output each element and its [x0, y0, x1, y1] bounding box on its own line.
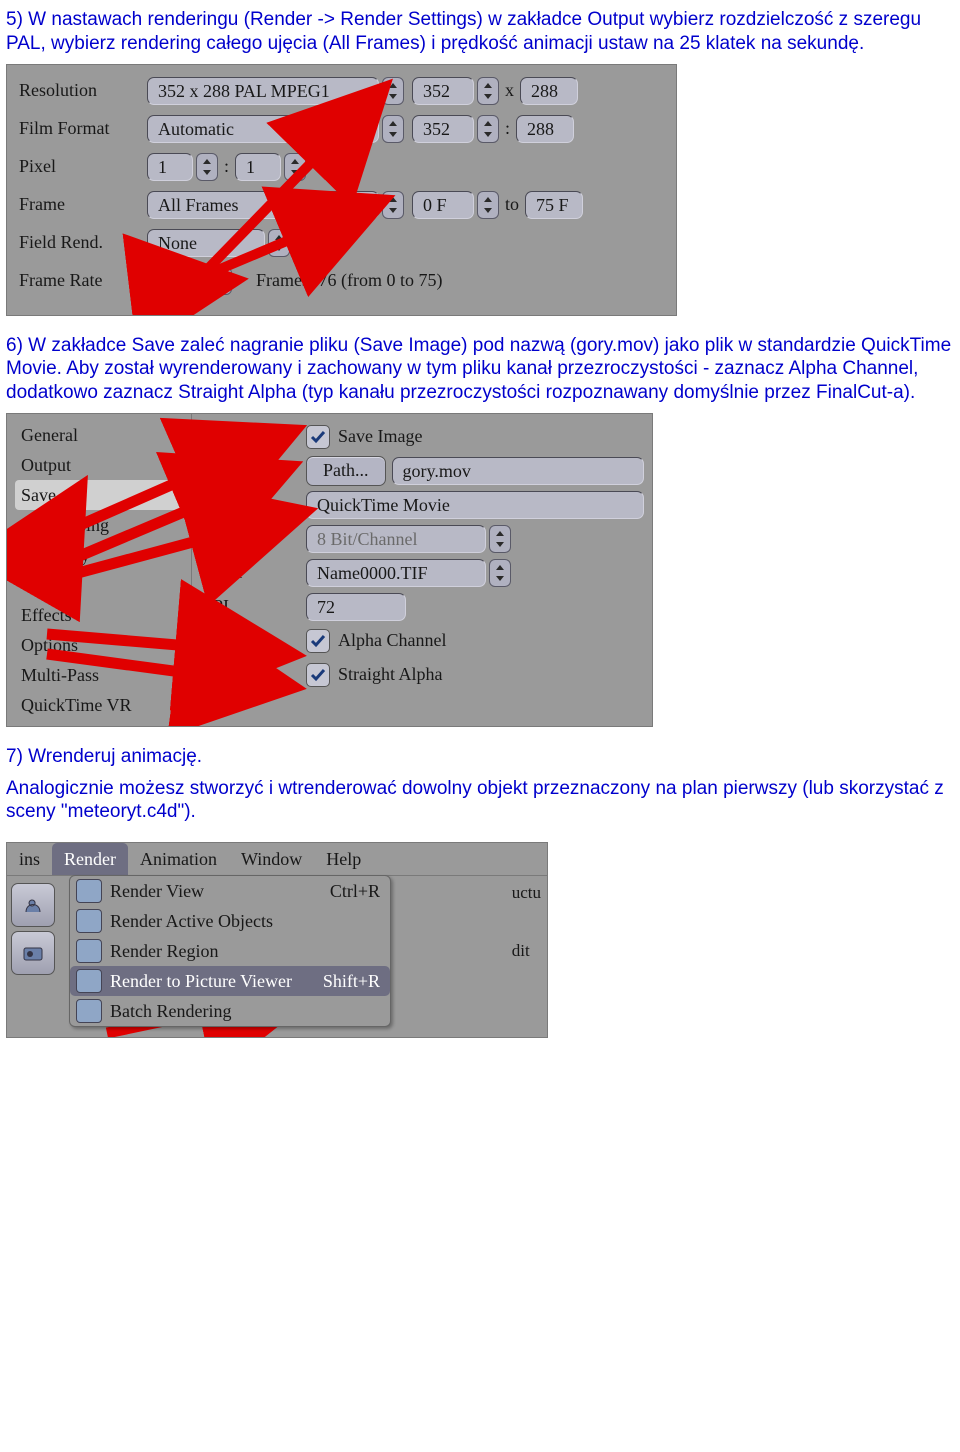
frame-mode-dropdown[interactable]: All Frames — [147, 191, 379, 219]
framerate-stepper[interactable] — [210, 267, 232, 295]
menu-item-label: Render Active Objects — [110, 911, 380, 932]
framerate-info: Frames: 76 (from 0 to 75) — [256, 270, 442, 291]
settings-category-item[interactable]: Options — [15, 630, 187, 660]
filmformat-dropdown[interactable]: Automatic — [147, 115, 379, 143]
settings-category-item[interactable]: Caustics — [15, 570, 187, 600]
settings-category-item[interactable]: Effects — [15, 600, 187, 630]
paragraph-7a: 7) Wrenderuj animację. — [6, 745, 954, 769]
resolution-label: Resolution — [19, 80, 147, 101]
pixel-b-stepper[interactable] — [284, 153, 306, 181]
render-menu-panel: insRenderAnimationWindowHelp Render View… — [6, 842, 548, 1038]
fieldrend-label: Field Rend. — [19, 232, 147, 253]
save-settings-panel: GeneralOutputSaveAntialiasingRadiosityCa… — [6, 413, 653, 727]
pixel-label: Pixel — [19, 156, 147, 177]
settings-category-item[interactable]: General — [15, 420, 187, 450]
path-button[interactable]: Path... — [306, 456, 386, 486]
frame-mode-stepper[interactable] — [382, 191, 404, 219]
filmformat-height-field[interactable]: 288 — [516, 115, 574, 143]
resolution-x-separator: x — [499, 80, 520, 101]
menubar-item[interactable]: Window — [229, 843, 314, 875]
alpha-channel-label: Alpha Channel — [338, 630, 446, 651]
framerate-field[interactable]: 25 — [147, 267, 207, 295]
path-field[interactable]: gory.mov — [392, 457, 644, 485]
settings-category-item[interactable]: Save — [15, 480, 187, 510]
render-menu-dropdown: Render ViewCtrl+R Render Active Objects Re… — [69, 875, 391, 1027]
fieldrend-dropdown[interactable]: None — [147, 229, 265, 257]
menu-item[interactable]: Render to Picture ViewerShift+R — [70, 966, 390, 996]
paragraph-5: 5) W nastawach renderingu (Render -> Ren… — [6, 8, 954, 56]
resolution-width-field[interactable]: 352 — [412, 77, 474, 105]
background-fragment: uctu dit — [512, 883, 541, 969]
menu-item-label: Render Region — [110, 941, 380, 962]
frame-label: Frame — [19, 194, 147, 215]
settings-category-item[interactable]: Multi-Pass — [15, 660, 187, 690]
menu-item-icon — [76, 939, 102, 963]
menu-item-shortcut: Ctrl+R — [330, 881, 380, 902]
menubar-item[interactable]: Help — [314, 843, 373, 875]
filmformat-label: Film Format — [19, 118, 147, 139]
tool-icon-2[interactable] — [11, 931, 55, 975]
framerate-label: Frame Rate — [19, 270, 147, 291]
resolution-width-stepper[interactable] — [477, 77, 499, 105]
menubar-item[interactable]: Render — [52, 843, 128, 875]
filmformat-sep: : — [499, 118, 516, 139]
depth-dropdown: 8 Bit/Channel — [306, 525, 486, 553]
pixel-sep: : — [218, 156, 235, 177]
resolution-preset-stepper[interactable] — [382, 77, 404, 105]
menu-item-icon — [76, 879, 102, 903]
menu-item-label: Batch Rendering — [110, 1001, 380, 1022]
pixel-b-field[interactable]: 1 — [235, 153, 281, 181]
name-stepper[interactable] — [489, 559, 511, 587]
save-image-checkbox[interactable] — [306, 425, 330, 449]
output-settings-panel: Resolution 352 x 288 PAL MPEG1 352 x 288… — [6, 64, 677, 316]
filmformat-width-field[interactable]: 352 — [412, 115, 474, 143]
fieldrend-stepper[interactable] — [268, 229, 290, 257]
resolution-preset-dropdown[interactable]: 352 x 288 PAL MPEG1 — [147, 77, 379, 105]
menu-item-label: Render to Picture Viewer — [110, 971, 323, 992]
paragraph-7b: Analogicznie możesz stworzyć i wtrendero… — [6, 777, 954, 825]
menu-item[interactable]: Render Region — [70, 936, 390, 966]
dpi-field[interactable]: 72 — [306, 593, 406, 621]
paragraph-6: 6) W zakładce Save zaleć nagranie pliku … — [6, 334, 954, 405]
menu-item[interactable]: Render Active Objects — [70, 906, 390, 936]
filmformat-width-stepper[interactable] — [477, 115, 499, 143]
pixel-a-stepper[interactable] — [196, 153, 218, 181]
filmformat-stepper[interactable] — [382, 115, 404, 143]
straight-alpha-label: Straight Alpha — [338, 664, 443, 685]
save-image-label: Save Image — [338, 426, 422, 447]
menu-item-shortcut: Shift+R — [323, 971, 380, 992]
settings-category-item[interactable]: QuickTime VR — [15, 690, 187, 720]
name-dropdown[interactable]: Name0000.TIF — [306, 559, 486, 587]
settings-category-list: GeneralOutputSaveAntialiasingRadiosityCa… — [7, 414, 191, 726]
tool-icon-1[interactable] — [11, 883, 55, 927]
format-dropdown[interactable]: QuickTime Movie — [306, 491, 644, 519]
alpha-channel-checkbox[interactable] — [306, 629, 330, 653]
menubar: insRenderAnimationWindowHelp — [7, 843, 547, 876]
frame-to-field[interactable]: 75 F — [525, 191, 583, 219]
menu-item-icon — [76, 999, 102, 1023]
straight-alpha-checkbox[interactable] — [306, 663, 330, 687]
menu-item[interactable]: Render ViewCtrl+R — [70, 876, 390, 906]
depth-label: Depth — [200, 528, 306, 549]
dpi-label: DPI — [200, 596, 306, 617]
settings-category-item[interactable]: Output — [15, 450, 187, 480]
menubar-item[interactable]: ins — [7, 843, 52, 875]
resolution-height-field[interactable]: 288 — [520, 77, 578, 105]
menubar-item[interactable]: Animation — [128, 843, 229, 875]
frame-from-stepper[interactable] — [477, 191, 499, 219]
frame-from-field[interactable]: 0 F — [412, 191, 474, 219]
settings-category-item[interactable]: Antialiasing — [15, 510, 187, 540]
name-label: Name — [200, 562, 306, 583]
frame-to-label: to — [499, 194, 525, 215]
format-label: Format — [200, 494, 306, 515]
pixel-a-field[interactable]: 1 — [147, 153, 193, 181]
menu-item-icon — [76, 969, 102, 993]
menu-item-icon — [76, 909, 102, 933]
settings-category-item[interactable]: Radiosity — [15, 540, 187, 570]
menu-item-label: Render View — [110, 881, 330, 902]
menu-item[interactable]: Batch Rendering — [70, 996, 390, 1026]
depth-stepper — [489, 525, 511, 553]
